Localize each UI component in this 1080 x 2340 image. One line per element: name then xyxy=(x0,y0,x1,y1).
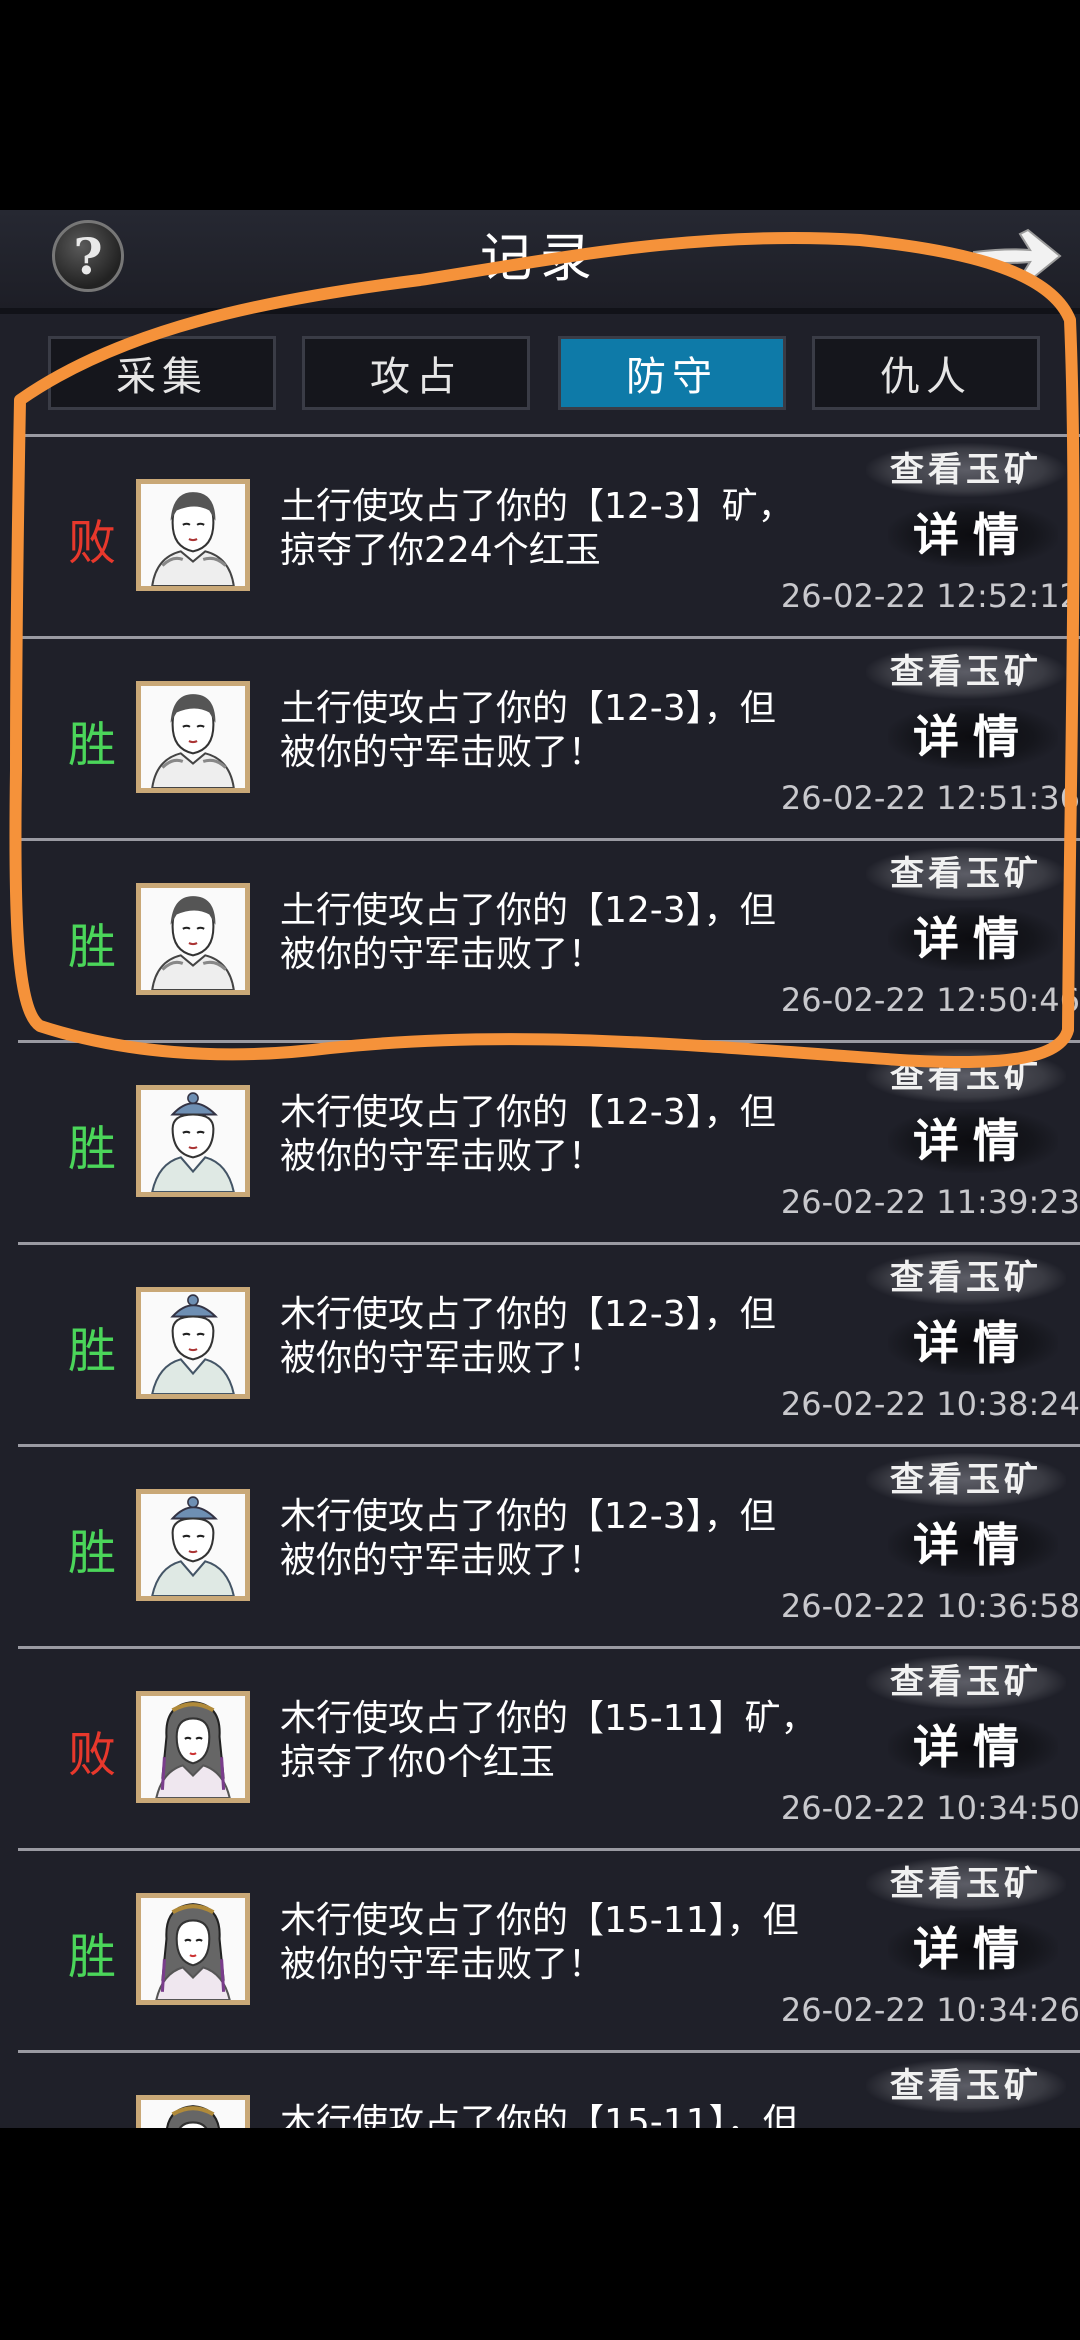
record-row: 胜 土行使攻占了你的【12-3】，但 被你的守军击败了！ 查看玉矿 详情 26-… xyxy=(18,838,1080,1038)
header-bar: ? 记录 xyxy=(0,210,1080,314)
record-message: 木行使攻占了你的【12-3】，但 被你的守军击败了！ xyxy=(280,1293,840,1381)
record-message: 土行使攻占了你的【12-3】，但 被你的守军击败了！ xyxy=(280,687,840,775)
details-button[interactable]: 详情 xyxy=(888,705,1058,769)
message-line-2: 被你的守军击败了！ xyxy=(280,934,605,975)
record-row: 胜 木行使攻占了你的【12-3】，但 被你的守军击败了！ 查看玉矿 详情 26-… xyxy=(18,1242,1080,1442)
message-line-2: 被你的守军击败了！ xyxy=(280,1338,605,1379)
records-panel: ? 记录 采集 攻占 防守 仇人 败 土行使攻占了你的【12-3】矿， 掠夺了你… xyxy=(0,210,1080,2128)
message-line-1: 土行使攻占了你的【12-3】，但 xyxy=(280,688,776,729)
record-row: 败 土行使攻占了你的【12-3】矿， 掠夺了你224个红玉 查看玉矿 详情 26… xyxy=(18,434,1080,634)
timestamp: 26-02-22 12:51:36 xyxy=(780,779,1080,817)
record-row: 胜 土行使攻占了你的【12-3】，但 被你的守军击败了！ 查看玉矿 详情 26-… xyxy=(18,636,1080,836)
wood-envoy-avatar xyxy=(136,1085,250,1197)
message-line-2: 被你的守军击败了！ xyxy=(280,1944,605,1985)
message-line-1: 木行使攻占了你的【12-3】，但 xyxy=(280,1294,776,1335)
timestamp: 26-02-22 10:34:50 xyxy=(780,1789,1080,1827)
page-title: 记录 xyxy=(479,229,600,289)
details-button[interactable]: 详情 xyxy=(888,1311,1058,1375)
message-line-1: 木行使攻占了你的【15-11】，但 xyxy=(280,2102,799,2128)
record-message: 木行使攻占了你的【15-11】矿， 掠夺了你0个红玉 xyxy=(280,1697,840,1785)
record-message: 木行使攻占了你的【15-11】，但 xyxy=(280,2101,840,2128)
message-line-2: 掠夺了你224个红玉 xyxy=(280,530,601,571)
message-line-2: 被你的守军击败了！ xyxy=(280,732,605,773)
record-row: 胜 木行使攻占了你的【12-3】，但 被你的守军击败了！ 查看玉矿 详情 26-… xyxy=(18,1040,1080,1240)
record-message: 木行使攻占了你的【12-3】，但 被你的守军击败了！ xyxy=(280,1495,840,1583)
view-mine-button[interactable]: 查看玉矿 xyxy=(866,645,1066,699)
details-button[interactable]: 详情 xyxy=(888,503,1058,567)
tab-bar: 采集 攻占 防守 仇人 xyxy=(0,336,1080,420)
message-line-1: 土行使攻占了你的【12-3】，但 xyxy=(280,890,776,931)
message-line-2: 掠夺了你0个红玉 xyxy=(280,1742,555,1783)
record-row: 胜 木行使攻占了你的【12-3】，但 被你的守军击败了！ 查看玉矿 详情 26-… xyxy=(18,1444,1080,1644)
earth-envoy-avatar xyxy=(136,681,250,793)
record-message: 木行使攻占了你的【12-3】，但 被你的守军击败了！ xyxy=(280,1091,840,1179)
help-button[interactable]: ? xyxy=(52,220,124,292)
record-message: 木行使攻占了你的【15-11】，但 被你的守军击败了！ xyxy=(280,1899,840,1987)
message-line-2: 被你的守军击败了！ xyxy=(280,1136,605,1177)
arrow-right-icon xyxy=(973,228,1062,284)
details-button[interactable]: 详情 xyxy=(888,907,1058,971)
message-line-1: 木行使攻占了你的【15-11】，但 xyxy=(280,1900,799,1941)
wood-envoy-female-avatar xyxy=(136,1691,250,1803)
next-button[interactable] xyxy=(968,224,1064,288)
tab-label: 采集 xyxy=(116,354,208,400)
message-line-1: 木行使攻占了你的【12-3】，但 xyxy=(280,1092,776,1133)
details-button[interactable]: 详情 xyxy=(888,1109,1058,1173)
help-icon: ? xyxy=(73,226,103,286)
view-mine-button[interactable]: 查看玉矿 xyxy=(866,2059,1066,2113)
timestamp: 26-02-22 12:50:46 xyxy=(780,981,1080,1019)
tab-attack[interactable]: 攻占 xyxy=(302,336,530,410)
record-row: 木行使攻占了你的【15-11】，但 查看玉矿 xyxy=(18,2050,1080,2128)
record-row: 胜 木行使攻占了你的【15-11】，但 被你的守军击败了！ 查看玉矿 详情 26… xyxy=(18,1848,1080,2048)
timestamp: 26-02-22 10:38:24 xyxy=(780,1385,1080,1423)
result-label: 胜 xyxy=(67,1929,116,1985)
tab-label: 攻占 xyxy=(370,354,462,400)
message-line-2: 被你的守军击败了！ xyxy=(280,1540,605,1581)
details-button[interactable]: 详情 xyxy=(888,1513,1058,1577)
view-mine-button[interactable]: 查看玉矿 xyxy=(866,1251,1066,1305)
earth-envoy-avatar xyxy=(136,479,250,591)
record-message: 土行使攻占了你的【12-3】矿， 掠夺了你224个红玉 xyxy=(280,485,840,573)
view-mine-button[interactable]: 查看玉矿 xyxy=(866,1049,1066,1103)
details-button[interactable]: 详情 xyxy=(888,1715,1058,1779)
result-label: 胜 xyxy=(67,717,116,773)
tab-defend[interactable]: 防守 xyxy=(558,336,786,410)
record-row: 败 木行使攻占了你的【15-11】矿， 掠夺了你0个红玉 查看玉矿 详情 26-… xyxy=(18,1646,1080,1846)
timestamp: 26-02-22 10:34:26 xyxy=(780,1991,1080,2029)
tab-enemies[interactable]: 仇人 xyxy=(812,336,1040,410)
view-mine-button[interactable]: 查看玉矿 xyxy=(866,1857,1066,1911)
view-mine-button[interactable]: 查看玉矿 xyxy=(866,1453,1066,1507)
timestamp: 26-02-22 12:52:12 xyxy=(780,577,1080,615)
wood-envoy-female-avatar xyxy=(136,2095,250,2128)
message-line-1: 木行使攻占了你的【12-3】，但 xyxy=(280,1496,776,1537)
result-label: 败 xyxy=(67,1727,116,1783)
message-line-1: 土行使攻占了你的【12-3】矿， xyxy=(280,486,794,527)
view-mine-button[interactable]: 查看玉矿 xyxy=(866,847,1066,901)
result-label: 胜 xyxy=(67,1323,116,1379)
result-label: 胜 xyxy=(67,1525,116,1581)
tab-label: 仇人 xyxy=(880,354,972,400)
result-label: 败 xyxy=(67,515,116,571)
wood-envoy-female-avatar xyxy=(136,1893,250,2005)
tab-gather[interactable]: 采集 xyxy=(48,336,276,410)
result-label: 胜 xyxy=(67,919,116,975)
wood-envoy-avatar xyxy=(136,1287,250,1399)
view-mine-button[interactable]: 查看玉矿 xyxy=(866,443,1066,497)
timestamp: 26-02-22 11:39:23 xyxy=(780,1183,1080,1221)
message-line-1: 木行使攻占了你的【15-11】矿， xyxy=(280,1698,817,1739)
record-message: 土行使攻占了你的【12-3】，但 被你的守军击败了！ xyxy=(280,889,840,977)
wood-envoy-avatar xyxy=(136,1489,250,1601)
tab-label: 防守 xyxy=(626,354,718,400)
timestamp: 26-02-22 10:36:58 xyxy=(780,1587,1080,1625)
earth-envoy-avatar xyxy=(136,883,250,995)
result-label: 胜 xyxy=(67,1121,116,1177)
details-button[interactable]: 详情 xyxy=(888,1917,1058,1981)
view-mine-button[interactable]: 查看玉矿 xyxy=(866,1655,1066,1709)
